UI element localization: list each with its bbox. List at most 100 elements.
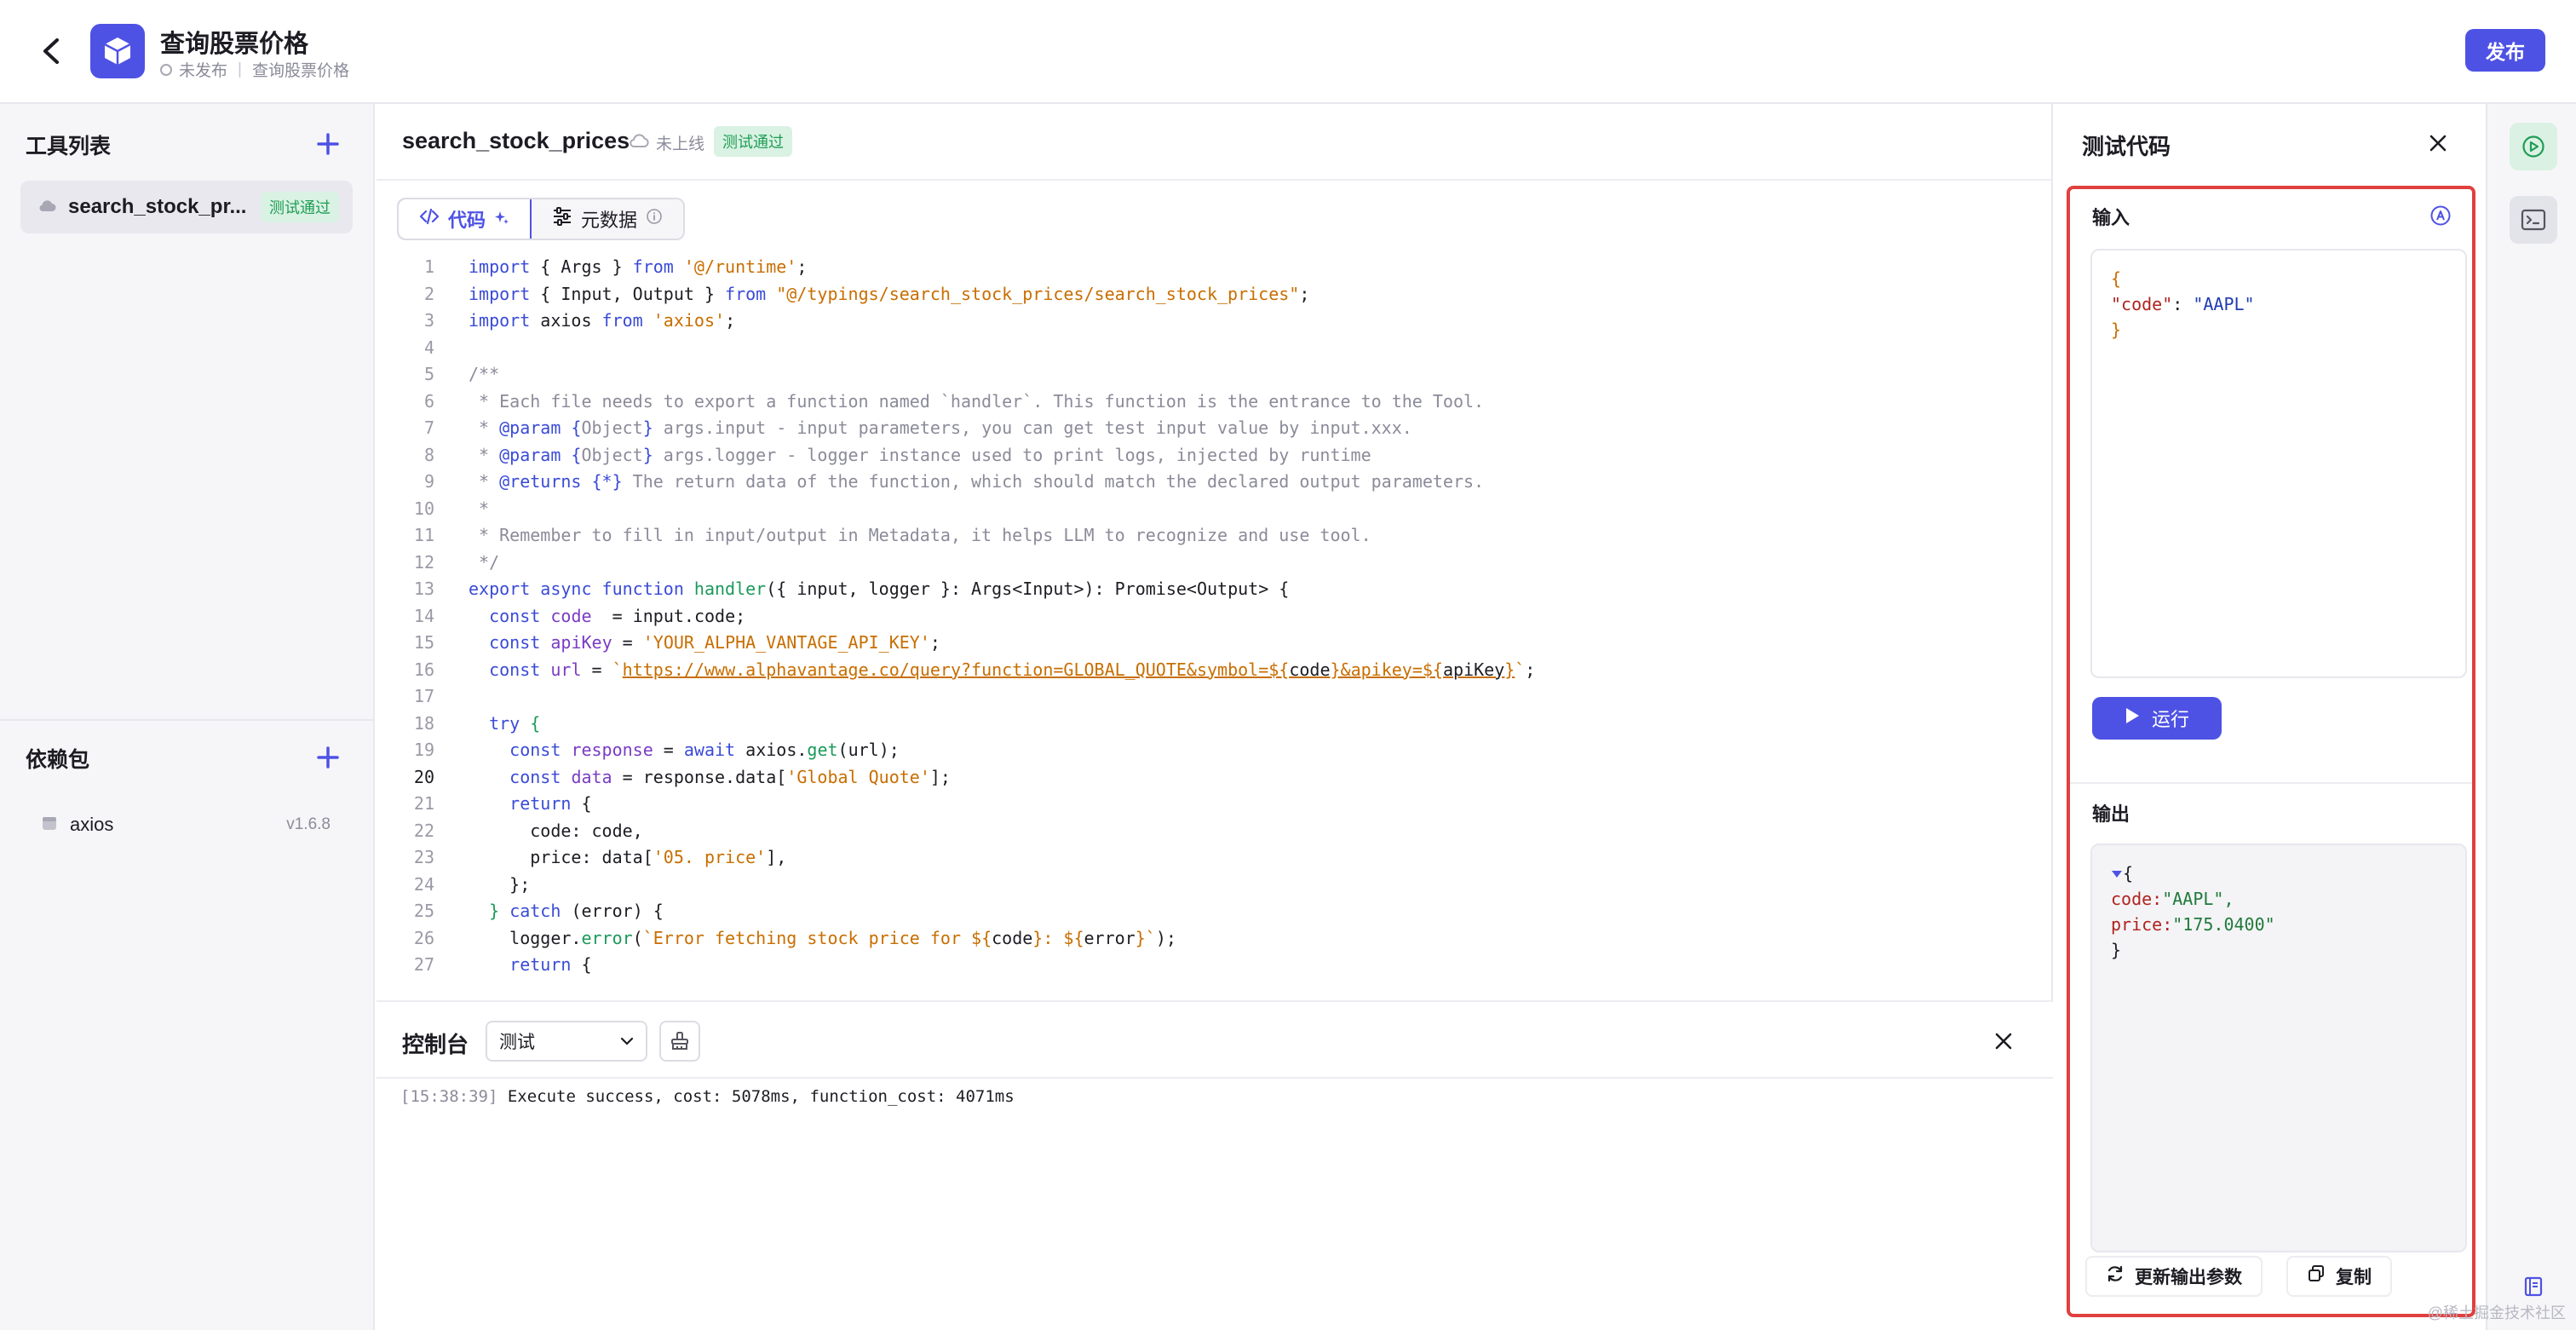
test-status-badge: 测试通过 <box>714 126 792 157</box>
test-output-viewer[interactable]: { code:"AAPL", price:"175.0400" } <box>2090 843 2467 1252</box>
code-line: 1 import { Args } from '@/runtime'; <box>423 256 808 277</box>
code-line: 22 code: code, <box>413 820 643 841</box>
test-io-highlight-frame: 输入 { "code": "AAPL" } 运行 输出 { code:"AAPL… <box>2067 186 2475 1317</box>
console-close-icon[interactable] <box>1992 1029 2015 1053</box>
input-json-line: "code": "AAPL" <box>2111 294 2255 314</box>
test-run-rail-icon[interactable] <box>2510 123 2557 170</box>
test-code-panel: 测试代码 输入 { "code": "AAPL" } 运行 输出 { code:… <box>2055 104 2484 1330</box>
code-line: 24 }; <box>413 873 531 895</box>
console-header: 控制台 测试 <box>377 1002 2053 1079</box>
code-line: 25 } catch (error) { <box>413 901 664 921</box>
console-panel: 控制台 测试 [15:38:39] Execute success, cost:… <box>377 1000 2053 1330</box>
code-line: 5/** <box>423 364 500 384</box>
code-line: 10 * <box>413 498 490 519</box>
info-icon <box>646 208 663 230</box>
code-line: 23 price: data['05. price'], <box>413 847 787 867</box>
copy-label: 复制 <box>2336 1268 2372 1287</box>
status-dot-icon <box>160 63 172 76</box>
ai-generate-icon[interactable] <box>2429 204 2452 231</box>
input-json-line: } <box>2111 320 2122 340</box>
tab-code[interactable]: 代码 <box>399 199 532 239</box>
code-line: 2 import { Input, Output } from "@/typing… <box>423 283 1310 304</box>
code-line: 21 return { <box>413 793 592 814</box>
run-button[interactable]: 运行 <box>2092 697 2222 740</box>
publish-status: 未发布 | 查询股票价格 <box>160 58 349 81</box>
status-text: 未发布 <box>179 62 228 80</box>
test-panel-title: 测试代码 <box>2082 134 2171 159</box>
code-line: 7 * @param {Object} args.input - input p… <box>423 417 1412 438</box>
watermark: @稀土掘金技术社区 <box>2427 1304 2566 1321</box>
code-line: 19 const response = await axios.get(url)… <box>413 740 900 760</box>
page-title: 查询股票价格 <box>160 31 309 58</box>
breadcrumb: 查询股票价格 <box>251 62 349 80</box>
copy-button[interactable]: 复制 <box>2286 1256 2392 1297</box>
code-line: 14 const code = input.code; <box>413 605 746 626</box>
output-json-line: { <box>2111 861 2447 886</box>
publish-button[interactable]: 发布 <box>2465 29 2545 72</box>
top-header: 查询股票价格 未发布 | 查询股票价格 发布 <box>0 0 2576 104</box>
editor-tabs: 代码 元数据 <box>397 198 686 240</box>
dependency-item[interactable]: axios v1.6.8 <box>41 808 331 842</box>
console-title: 控制台 <box>402 1032 469 1057</box>
tab-metadata[interactable]: 元数据 <box>532 199 684 239</box>
code-line: 11 * Remember to fill in input/output in… <box>413 525 1371 545</box>
run-button-label: 运行 <box>2151 709 2189 730</box>
dependencies-title: 依赖包 <box>26 748 90 772</box>
code-line: 18 try { <box>413 712 541 734</box>
code-line: 15 const apiKey = 'YOUR_ALPHA_VANTAGE_AP… <box>413 632 940 653</box>
breadcrumb-separator: | <box>238 60 242 78</box>
code-line: 4 <box>423 337 434 358</box>
code-line: 27 return { <box>413 954 592 975</box>
console-log-line: [15:38:39] Execute success, cost: 5078ms… <box>400 1087 1015 1106</box>
sliders-icon <box>552 207 572 231</box>
code-line: 3 import axios from 'axios'; <box>423 310 736 331</box>
code-line: 12 */ <box>413 551 500 573</box>
right-tool-rail <box>2486 104 2576 1330</box>
code-line: 16 const url = `https://www.alphavantage… <box>413 659 1536 680</box>
collapse-triangle-icon[interactable] <box>2111 863 2123 884</box>
sidebar-divider <box>0 719 375 721</box>
input-json-line: { <box>2111 268 2122 289</box>
add-dependency-plus-icon[interactable] <box>315 745 341 770</box>
cloud-offline-icon <box>629 133 649 153</box>
tool-list-item[interactable]: search_stock_pr... 测试通过 <box>20 181 353 233</box>
package-icon <box>41 815 58 836</box>
code-line: 20 const data = response.data['Global Qu… <box>413 766 951 787</box>
dependency-name: axios <box>70 814 114 835</box>
code-line: 9 * @returns {*} The return data of the … <box>423 471 1485 492</box>
tool-item-name: search_stock_pr... <box>68 195 247 218</box>
code-icon <box>419 208 440 230</box>
code-line: 8 * @param {Object} args.logger - logger… <box>423 444 1371 465</box>
test-input-editor[interactable]: { "code": "AAPL" } <box>2090 249 2467 678</box>
log-timestamp: [15:38:39] <box>400 1087 498 1106</box>
play-icon <box>2125 707 2140 729</box>
terminal-rail-icon[interactable] <box>2510 196 2557 244</box>
io-divider <box>2070 782 2472 784</box>
environment-select-value: 测试 <box>499 1033 535 1052</box>
back-arrow-icon[interactable] <box>32 32 70 70</box>
code-line: 13 export async function handler({ input,… <box>413 579 1290 599</box>
environment-select[interactable]: 测试 <box>486 1021 647 1062</box>
code-editor-area: search_stock_prices 未上线 测试通过 代码 元数据 1 im… <box>377 104 2053 1330</box>
output-label: 输出 <box>2092 803 2130 825</box>
tab-metadata-label: 元数据 <box>581 210 638 231</box>
output-json-line: price:"175.0400" <box>2111 914 2275 935</box>
code-editor[interactable]: 1 import { Args } from '@/runtime'; 2 impo… <box>377 254 2053 993</box>
online-status-text: 未上线 <box>656 135 705 153</box>
code-line: 17 <box>413 686 434 706</box>
refresh-icon <box>2106 1264 2125 1288</box>
copy-icon <box>2307 1264 2326 1288</box>
online-status: 未上线 <box>629 131 704 154</box>
output-json-line: code:"AAPL", <box>2111 889 2234 909</box>
plugin-cube-icon <box>90 24 145 78</box>
tool-name: search_stock_prices <box>402 128 630 153</box>
update-output-params-button[interactable]: 更新输出参数 <box>2085 1256 2263 1297</box>
test-panel-close-icon[interactable] <box>2426 131 2450 155</box>
clear-console-broom-icon[interactable] <box>659 1021 700 1062</box>
add-tool-plus-icon[interactable] <box>315 131 341 157</box>
input-label: 输入 <box>2092 207 2130 228</box>
dependency-version: v1.6.8 <box>286 815 331 833</box>
tab-code-label: 代码 <box>448 210 486 231</box>
test-passed-badge: 测试通过 <box>261 192 339 222</box>
update-output-label: 更新输出参数 <box>2135 1268 2242 1287</box>
